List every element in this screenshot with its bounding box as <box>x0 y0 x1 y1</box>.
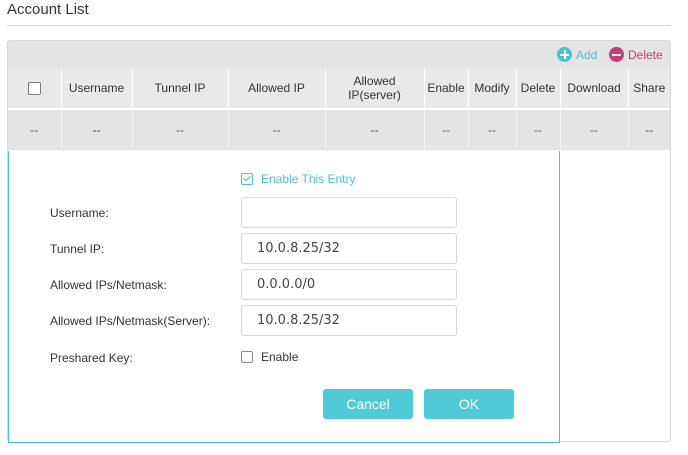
table-cell: -- <box>228 109 326 150</box>
add-label: Add <box>576 47 598 62</box>
table-cell: -- <box>516 109 561 150</box>
page-title: Account List <box>7 1 89 18</box>
table-toolbar: Add Delete <box>8 41 670 68</box>
column-header-allowed-ip: Allowed IP <box>228 68 326 110</box>
ok-button[interactable]: OK <box>424 389 514 419</box>
account-table: Username Tunnel IP Allowed IP Allowed IP… <box>8 68 670 150</box>
column-header-modify: Modify <box>468 68 517 110</box>
table-cell: -- <box>8 109 62 150</box>
table-row: -- -- -- -- -- -- -- -- -- -- <box>8 109 670 150</box>
delete-button[interactable]: Delete <box>609 41 663 68</box>
enable-entry-toggle[interactable]: Enable This Entry <box>241 172 356 186</box>
plus-circle-icon <box>557 47 572 62</box>
allowed-ips-server-label: Allowed IPs/Netmask(Server): <box>50 314 211 328</box>
allowed-ips-server-field[interactable]: 10.0.8.25/32 <box>241 305 457 336</box>
preshared-key-checkbox[interactable] <box>241 351 253 363</box>
column-header-download: Download <box>560 68 629 110</box>
edit-entry-form: Enable This Entry Username: Tunnel IP: 1… <box>8 151 560 443</box>
table-header-row: Username Tunnel IP Allowed IP Allowed IP… <box>8 68 670 110</box>
cancel-button[interactable]: Cancel <box>323 389 413 419</box>
tunnel-ip-label: Tunnel IP: <box>50 242 105 256</box>
table-cell: -- <box>61 109 133 150</box>
enable-entry-checkbox[interactable] <box>241 173 253 185</box>
preshared-key-toggle[interactable]: Enable <box>241 350 298 364</box>
column-header-delete: Delete <box>516 68 561 110</box>
column-header-tunnel-ip: Tunnel IP <box>132 68 229 110</box>
preshared-key-option-label: Enable <box>261 350 299 364</box>
column-header-username: Username <box>61 68 133 110</box>
tunnel-ip-field[interactable]: 10.0.8.25/32 <box>241 233 457 264</box>
username-field[interactable] <box>241 197 457 228</box>
delete-label: Delete <box>628 47 663 62</box>
table-cell: -- <box>132 109 229 150</box>
title-divider <box>7 25 671 26</box>
table-cell: -- <box>325 109 425 150</box>
account-list-panel: Add Delete Username Tunnel IP Allowed IP… <box>7 40 671 443</box>
column-header-enable: Enable <box>424 68 469 110</box>
select-all-header <box>8 68 62 110</box>
allowed-ips-field[interactable]: 0.0.0.0/0 <box>241 269 457 300</box>
table-cell: -- <box>628 109 670 150</box>
select-all-checkbox[interactable] <box>27 82 41 96</box>
allowed-ips-label: Allowed IPs/Netmask: <box>50 278 167 292</box>
table-cell: -- <box>468 109 517 150</box>
table-cell: -- <box>424 109 469 150</box>
column-header-allowed-ip-server: Allowed IP(server) <box>325 68 425 110</box>
preshared-key-label: Preshared Key: <box>50 351 133 365</box>
column-header-share: Share <box>628 68 670 110</box>
table-cell: -- <box>560 109 629 150</box>
add-button[interactable]: Add <box>557 41 597 68</box>
username-label: Username: <box>50 206 109 220</box>
minus-circle-icon <box>609 47 624 62</box>
enable-entry-label: Enable This Entry <box>261 172 356 186</box>
